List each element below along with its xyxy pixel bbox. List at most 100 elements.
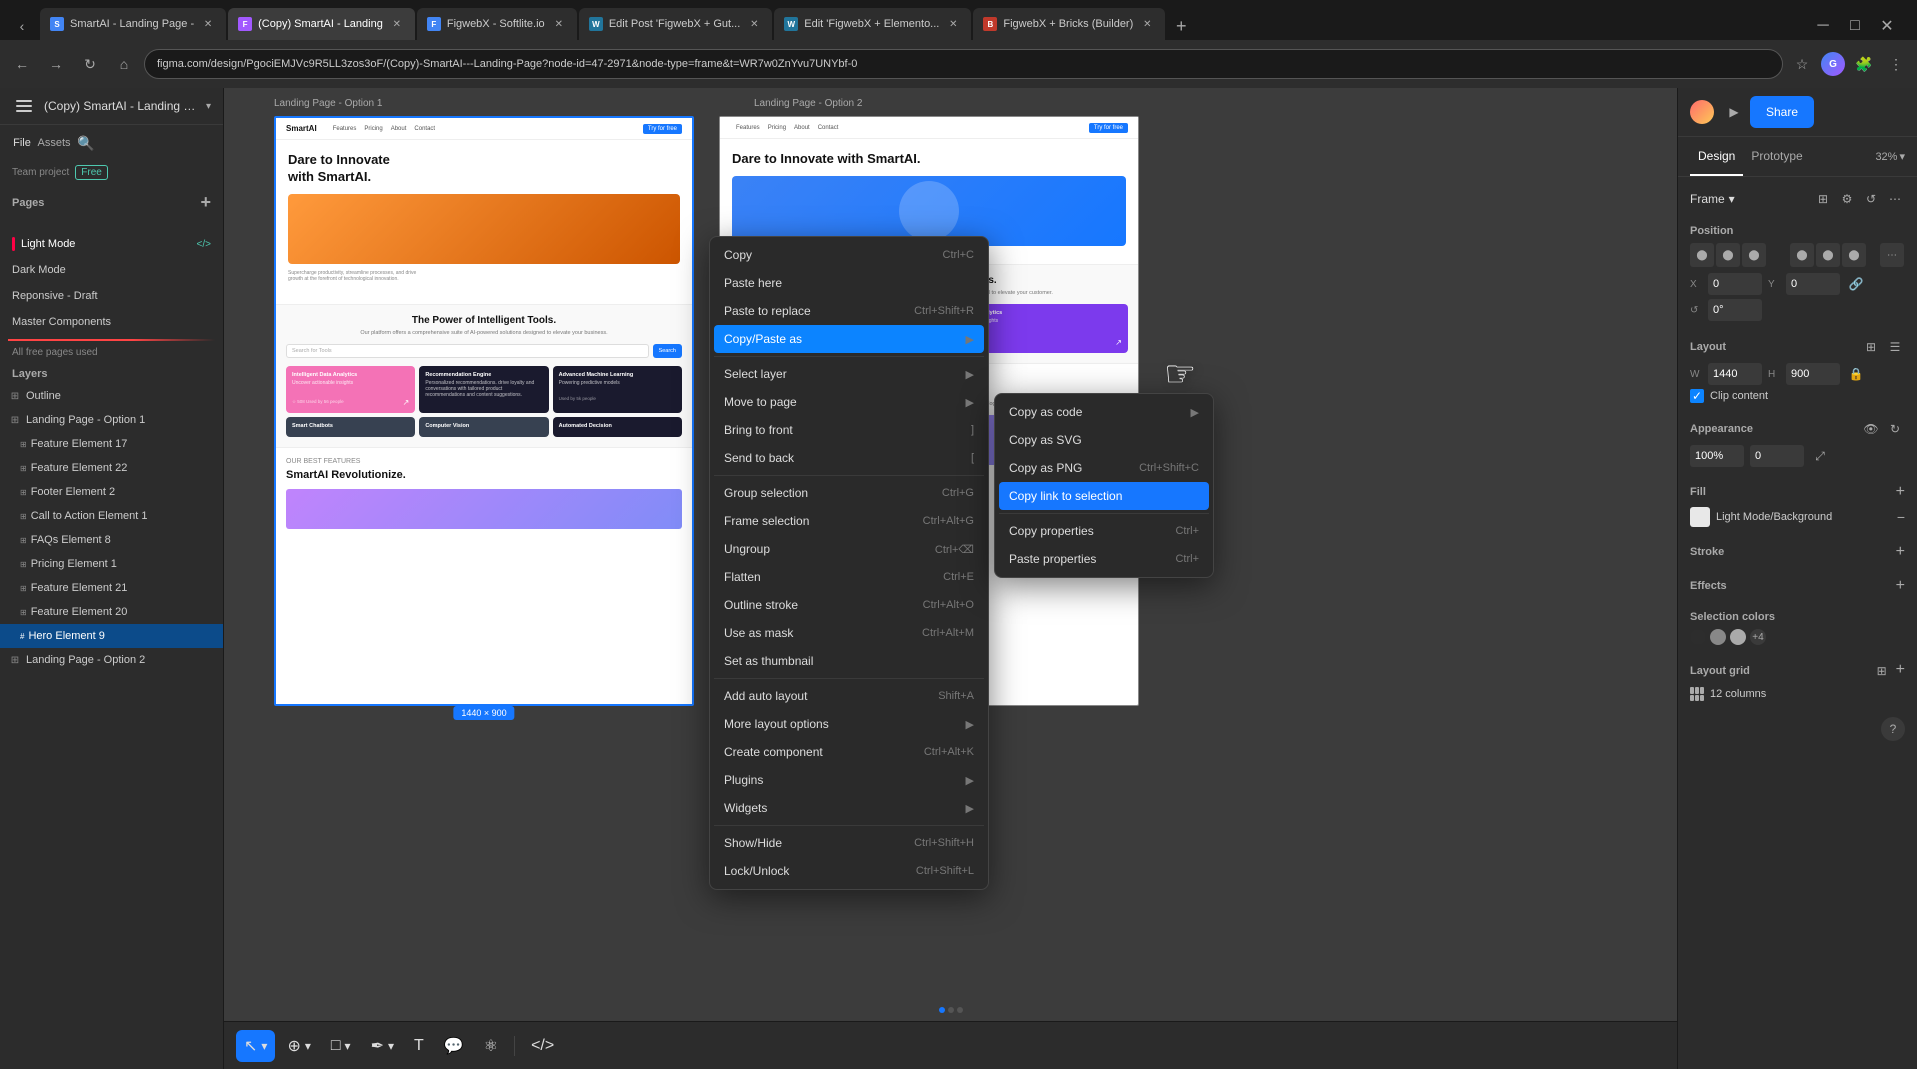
share-button[interactable]: Share: [1750, 96, 1814, 128]
color-dot-extra[interactable]: +4: [1750, 629, 1766, 645]
opacity-input[interactable]: 100%: [1690, 445, 1744, 467]
ctx-lock-unlock[interactable]: Lock/Unlock Ctrl+Shift+L: [714, 857, 984, 885]
layer-feature22[interactable]: ⊞ Feature Element 22: [0, 456, 223, 480]
angle-input[interactable]: 0°: [1708, 299, 1762, 321]
rotate-icon[interactable]: ↻: [1885, 419, 1905, 439]
ctx-group-selection[interactable]: Group selection Ctrl+G: [714, 479, 984, 507]
code-tool-btn[interactable]: </>: [523, 1030, 562, 1062]
tab-smartai[interactable]: S SmartAI - Landing Page - ✕: [40, 8, 226, 40]
color-dot-1[interactable]: [1690, 629, 1706, 645]
distribute-h[interactable]: ⋯: [1880, 243, 1904, 267]
frame-tool-btn[interactable]: ⊕ ▾: [279, 1030, 318, 1062]
pages-add-btn[interactable]: +: [200, 192, 211, 213]
tab-copy-smartai[interactable]: F (Copy) SmartAI - Landing ✕: [228, 8, 415, 40]
shape-tool-btn[interactable]: □ ▾: [323, 1030, 359, 1062]
ctx-show-hide[interactable]: Show/Hide Ctrl+Shift+H: [714, 829, 984, 857]
ctx-paste-here[interactable]: Paste here: [714, 269, 984, 297]
layer-feature21[interactable]: ⊞ Feature Element 21: [0, 576, 223, 600]
close-button[interactable]: ✕: [1873, 12, 1901, 40]
ctx-more-layout[interactable]: More layout options ▶: [714, 710, 984, 738]
forward-button[interactable]: →: [42, 50, 70, 78]
visibility-icon[interactable]: 👁: [1861, 419, 1881, 439]
tab-bricks[interactable]: B FigwebX + Bricks (Builder) ✕: [973, 8, 1165, 40]
layer-footer2[interactable]: ⊞ Footer Element 2: [0, 480, 223, 504]
profile-icon[interactable]: G: [1821, 52, 1845, 76]
effects-add-btn[interactable]: +: [1896, 577, 1905, 595]
fill-swatch[interactable]: [1690, 507, 1710, 527]
clip-content-checkbox[interactable]: ✓: [1690, 389, 1704, 403]
ctx-frame-selection[interactable]: Frame selection Ctrl+Alt+G: [714, 507, 984, 535]
back-button[interactable]: ←: [8, 50, 36, 78]
ctx-outline-stroke[interactable]: Outline stroke Ctrl+Alt+O: [714, 591, 984, 619]
tab-close-2[interactable]: ✕: [389, 16, 405, 32]
bookmark-icon[interactable]: ☆: [1789, 51, 1815, 77]
layer-feature20[interactable]: ⊞ Feature Element 20: [0, 600, 223, 624]
tab-close-5[interactable]: ✕: [945, 16, 961, 32]
canvas[interactable]: Landing Page - Option 1 Landing Page - O…: [224, 88, 1677, 1069]
frame-refresh-icon[interactable]: ↺: [1861, 189, 1881, 209]
search-btn[interactable]: 🔍: [72, 129, 100, 157]
ctx-set-as-thumbnail[interactable]: Set as thumbnail: [714, 647, 984, 675]
app-title-chevron[interactable]: ▾: [206, 101, 211, 112]
extensions-icon[interactable]: 🧩: [1851, 51, 1877, 77]
layer-landing-option1[interactable]: ⊞ Landing Page - Option 1: [0, 408, 223, 432]
tab-close-6[interactable]: ✕: [1139, 16, 1155, 32]
ctx-send-to-back[interactable]: Send to back [: [714, 444, 984, 472]
tab-close-1[interactable]: ✕: [200, 16, 216, 32]
layout-stack-btn[interactable]: ☰: [1885, 337, 1905, 357]
home-button[interactable]: ⌂: [110, 50, 138, 78]
ctx-paste-replace[interactable]: Paste to replace Ctrl+Shift+R: [714, 297, 984, 325]
ctx-copy-as-svg[interactable]: Copy as SVG: [999, 426, 1209, 454]
tab-scroll-left[interactable]: ‹: [8, 12, 36, 40]
layout-grid-add-btn[interactable]: +: [1896, 661, 1905, 681]
menu-icon[interactable]: ⋮: [1883, 51, 1909, 77]
ctx-flatten[interactable]: Flatten Ctrl+E: [714, 563, 984, 591]
y-input[interactable]: 0: [1786, 273, 1840, 295]
pen-tool-btn[interactable]: ✒ ▾: [363, 1030, 402, 1062]
ctx-copy-paste-as[interactable]: Copy/Paste as ▶ Copy as code ▶ Copy as S…: [714, 325, 984, 353]
tab-close-3[interactable]: ✕: [551, 16, 567, 32]
layer-faqs8[interactable]: ⊞ FAQs Element 8: [0, 528, 223, 552]
layer-cta1[interactable]: ⊞ Call to Action Element 1: [0, 504, 223, 528]
help-button[interactable]: ?: [1881, 717, 1905, 741]
corner-input[interactable]: 0: [1750, 445, 1804, 467]
tab-edit-post[interactable]: W Edit Post 'FigwebX + Gut... ✕: [579, 8, 772, 40]
frame-section-name[interactable]: Frame ▾: [1690, 192, 1735, 206]
ctx-copy[interactable]: Copy Ctrl+C: [714, 241, 984, 269]
ctx-widgets[interactable]: Widgets ▶: [714, 794, 984, 822]
align-left[interactable]: ⬤: [1690, 243, 1714, 267]
ctx-create-component[interactable]: Create component Ctrl+Alt+K: [714, 738, 984, 766]
page-item-responsive[interactable]: Reponsive - Draft: [8, 283, 215, 309]
ctx-paste-properties[interactable]: Paste properties Ctrl+: [999, 545, 1209, 573]
ctx-plugins[interactable]: Plugins ▶: [714, 766, 984, 794]
lock-ratio-icon[interactable]: 🔒: [1846, 364, 1866, 384]
frame-grid-icon[interactable]: ⊞: [1813, 189, 1833, 209]
move-tool-btn[interactable]: ↖ ▾: [236, 1030, 275, 1062]
zoom-indicator[interactable]: 32% ▾: [1875, 150, 1905, 163]
tab-prototype[interactable]: Prototype: [1743, 137, 1810, 176]
component-tool-btn[interactable]: ⚛: [476, 1030, 506, 1062]
tab-edit-figwebx[interactable]: W Edit 'FigwebX + Elemento... ✕: [774, 8, 971, 40]
page-item-master[interactable]: Master Components: [8, 309, 215, 335]
x-input[interactable]: 0: [1708, 273, 1762, 295]
ctx-copy-as-code[interactable]: Copy as code ▶: [999, 398, 1209, 426]
ctx-add-auto-layout[interactable]: Add auto layout Shift+A: [714, 682, 984, 710]
tab-close-4[interactable]: ✕: [746, 16, 762, 32]
new-tab-button[interactable]: +: [1167, 12, 1195, 40]
ctx-move-to-page[interactable]: Move to page ▶: [714, 388, 984, 416]
minimize-button[interactable]: ─: [1809, 12, 1837, 40]
align-center-h[interactable]: ⬤: [1716, 243, 1740, 267]
layer-pricing1[interactable]: ⊞ Pricing Element 1: [0, 552, 223, 576]
ctx-copy-as-png[interactable]: Copy as PNG Ctrl+Shift+C: [999, 454, 1209, 482]
landing-frame-1[interactable]: SmartAI Features Pricing About Contact T…: [274, 116, 694, 706]
w-input[interactable]: 1440: [1708, 363, 1762, 385]
align-right[interactable]: ⬤: [1742, 243, 1766, 267]
tab-design[interactable]: Design: [1690, 137, 1743, 176]
url-bar[interactable]: figma.com/design/PgociEMJVc9R5LL3zos3oF/…: [144, 49, 1783, 79]
align-center-v[interactable]: ⬤: [1816, 243, 1840, 267]
play-button[interactable]: ▶: [1722, 100, 1746, 124]
fill-add-btn[interactable]: +: [1896, 483, 1905, 501]
align-bottom[interactable]: ⬤: [1842, 243, 1866, 267]
text-tool-btn[interactable]: T: [406, 1030, 432, 1062]
assets-btn[interactable]: Assets: [40, 129, 68, 157]
